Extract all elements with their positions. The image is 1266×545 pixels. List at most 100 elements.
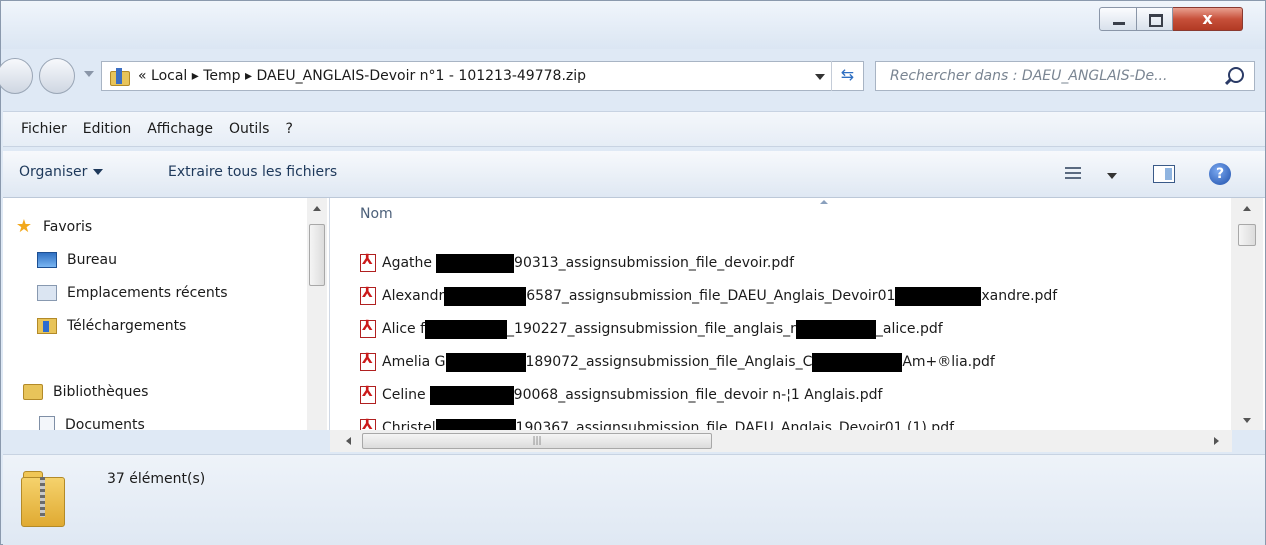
file-name-end: 190367_assignsubmission_file_DAEU_Anglai…	[515, 420, 955, 430]
scroll-left-icon[interactable]	[346, 437, 351, 445]
menu-bar: Fichier Edition Affichage Outils ?	[3, 111, 1265, 147]
refresh-button[interactable]: ⇆	[831, 61, 863, 91]
address-path[interactable]: « Local ▸ Temp ▸ DAEU_ANGLAIS-Devoir n°1…	[138, 68, 586, 84]
zip-folder-icon	[21, 469, 65, 527]
nav-favorites-label: Favoris	[43, 219, 93, 235]
scroll-up-icon[interactable]	[1243, 206, 1251, 211]
file-name-end: _alice.pdf	[875, 321, 943, 337]
list-item[interactable]: Amelia G 189072_assignsubmission_file_An…	[360, 349, 995, 375]
list-item[interactable]: Agathe 90313_assignsubmission_file_devoi…	[360, 250, 794, 276]
redaction-block	[444, 286, 527, 306]
nav-libraries[interactable]: Bibliothèques	[23, 379, 148, 405]
address-bar[interactable]: « Local ▸ Temp ▸ DAEU_ANGLAIS-Devoir n°1…	[101, 61, 864, 91]
nav-item-label: Documents	[65, 417, 145, 430]
maximize-button[interactable]	[1137, 7, 1173, 31]
preview-pane-icon[interactable]	[1153, 165, 1175, 183]
scroll-right-icon[interactable]	[1214, 437, 1219, 445]
file-name-start: Alice f	[382, 321, 426, 337]
pdf-file-icon	[360, 252, 376, 272]
nav-item-downloads[interactable]: Téléchargements	[37, 313, 186, 339]
nav-item-recent[interactable]: Emplacements récents	[37, 280, 228, 306]
downloads-icon	[37, 318, 57, 334]
horizontal-scroll-thumb[interactable]: |||	[362, 433, 712, 449]
redaction-block	[435, 418, 516, 430]
file-name-middle: 6587_assignsubmission_file_DAEU_Anglais_…	[526, 288, 896, 304]
desktop-icon	[37, 252, 57, 268]
file-list-scrollbar[interactable]	[1231, 198, 1263, 430]
pdf-file-icon	[360, 318, 376, 338]
document-icon	[39, 416, 55, 430]
recent-pages-dropdown[interactable]	[84, 71, 94, 77]
view-options-icon[interactable]	[1065, 167, 1081, 179]
list-item[interactable]: Celine 90068_assignsubmission_file_devoi…	[360, 382, 882, 408]
list-item[interactable]: Christel 190367_assignsubmission_file_DA…	[360, 415, 954, 430]
nav-item-documents[interactable]: Documents	[37, 412, 145, 430]
search-input[interactable]: Rechercher dans : DAEU_ANGLAIS-De...	[875, 61, 1255, 91]
organize-label: Organiser	[19, 164, 88, 180]
file-scroll-thumb[interactable]	[1238, 224, 1256, 246]
file-name-end: xandre.pdf	[981, 288, 1058, 304]
view-dropdown-icon[interactable]	[1107, 173, 1117, 179]
forward-button[interactable]	[39, 58, 75, 94]
address-dropdown-icon[interactable]	[815, 74, 825, 80]
refresh-icon: ⇆	[840, 65, 855, 84]
nav-favorites[interactable]: ★ Favoris	[15, 214, 92, 240]
organize-button[interactable]: Organiser	[19, 164, 104, 180]
zip-folder-icon	[110, 68, 130, 86]
nav-item-label: Téléchargements	[67, 318, 187, 334]
nav-scrollbar[interactable]	[307, 198, 327, 430]
redaction-block	[436, 253, 515, 273]
pdf-file-icon	[360, 384, 376, 404]
chevron-down-icon	[93, 169, 104, 175]
item-count: 37 élément(s)	[107, 471, 206, 487]
menu-fichier[interactable]: Fichier	[21, 121, 67, 137]
horizontal-scrollbar[interactable]: |||	[330, 430, 1232, 452]
pdf-file-icon	[360, 417, 376, 430]
redaction-block	[895, 286, 982, 306]
file-name-start: Agathe	[382, 255, 433, 271]
menu-affichage[interactable]: Affichage	[147, 121, 213, 137]
close-icon: x	[1202, 9, 1213, 28]
details-pane: 37 élément(s)	[3, 454, 1265, 545]
redaction-block	[812, 352, 903, 372]
list-item[interactable]: Alice f _190227_assignsubmission_file_an…	[360, 316, 943, 342]
file-name-end: 90313_assignsubmission_file_devoir.pdf	[514, 255, 795, 271]
search-placeholder: Rechercher dans : DAEU_ANGLAIS-De...	[890, 68, 1168, 84]
navigation-pane: ★ Favoris Bureau Emplacements récents Té…	[3, 198, 330, 430]
file-name-middle: 189072_assignsubmission_file_Anglais_C	[525, 354, 813, 370]
file-name-end: Am+®lia.pdf	[902, 354, 995, 370]
search-icon[interactable]	[1228, 67, 1244, 83]
nav-item-bureau[interactable]: Bureau	[37, 247, 117, 273]
redaction-block	[429, 385, 514, 405]
file-name-start: Amelia G	[382, 354, 446, 370]
nav-scroll-thumb[interactable]	[309, 224, 325, 286]
redaction-block	[795, 319, 876, 339]
star-icon: ★	[15, 216, 33, 237]
explorer-window: x « Local ▸ Temp ▸ DAEU_ANGLAIS-Devoir n…	[0, 0, 1266, 545]
file-list: Nom Agathe 90313_assignsubmission_file_d…	[330, 198, 1265, 430]
nav-item-label: Bureau	[67, 252, 117, 268]
scroll-down-icon[interactable]	[1243, 418, 1251, 423]
nav-libraries-label: Bibliothèques	[53, 384, 149, 400]
sort-ascending-icon	[820, 200, 828, 204]
title-bar: x	[1, 1, 1265, 49]
column-header-name[interactable]: Nom	[360, 206, 393, 222]
scroll-up-icon[interactable]	[313, 206, 321, 211]
list-item[interactable]: Alexandr 6587_assignsubmission_file_DAEU…	[360, 283, 1057, 309]
pdf-file-icon	[360, 285, 376, 305]
minimize-button[interactable]	[1099, 7, 1137, 31]
menu-help[interactable]: ?	[285, 121, 292, 137]
extract-all-button[interactable]: Extraire tous les fichiers	[168, 164, 337, 180]
file-name-end: 90068_assignsubmission_file_devoir n-¦1 …	[513, 387, 883, 403]
close-button[interactable]: x	[1173, 7, 1243, 31]
back-button[interactable]	[0, 58, 33, 94]
grip-icon: |||	[532, 436, 542, 446]
menu-edition[interactable]: Edition	[83, 121, 131, 137]
recent-places-icon	[37, 285, 57, 301]
command-bar: Organiser Extraire tous les fichiers ?	[3, 151, 1265, 198]
help-icon[interactable]: ?	[1209, 163, 1231, 185]
redaction-block	[445, 352, 526, 372]
libraries-icon	[23, 384, 43, 400]
menu-outils[interactable]: Outils	[229, 121, 269, 137]
file-name-start: Alexandr	[382, 288, 445, 304]
